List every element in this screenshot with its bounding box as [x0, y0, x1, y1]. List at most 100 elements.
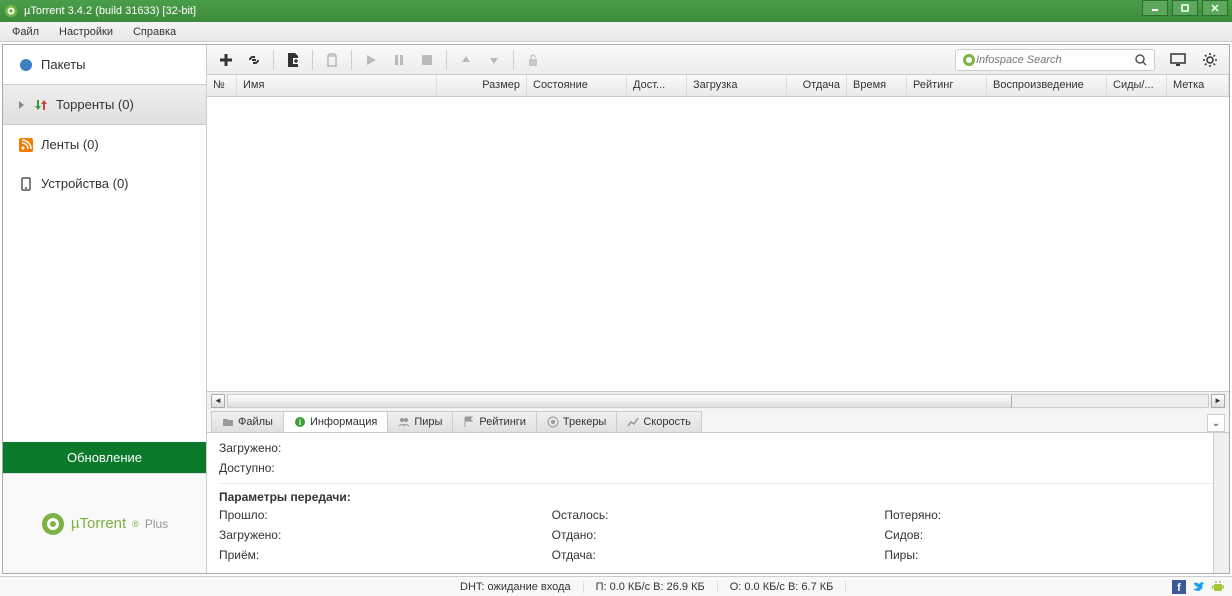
info-dl: Загружено: [219, 528, 552, 542]
target-icon [547, 416, 559, 428]
tab-trackers[interactable]: Трекеры [536, 411, 617, 432]
utorrent-logo-icon [41, 512, 65, 536]
svg-text:i: i [299, 418, 301, 427]
pause-icon [393, 54, 405, 66]
svg-text:f: f [1177, 582, 1181, 594]
col-size[interactable]: Размер [437, 75, 527, 96]
search-icon[interactable] [1134, 53, 1148, 67]
sidebar-item-label: Пакеты [41, 57, 86, 72]
update-button[interactable]: Обновление [3, 442, 206, 473]
search-input[interactable] [976, 54, 1134, 66]
utorrent-search-icon [962, 53, 976, 67]
sidebar-item-packages[interactable]: Пакеты [3, 45, 206, 84]
move-up-button [453, 48, 479, 72]
plus-suffix: Plus [145, 517, 168, 531]
scroll-right-button[interactable]: ► [1211, 394, 1225, 408]
status-dht: DHT: ожидание входа [448, 581, 584, 593]
collapse-detail-button[interactable]: ⌄ [1207, 414, 1225, 432]
remote-button[interactable] [1165, 48, 1191, 72]
sidebar-item-torrents[interactable]: Торренты (0) [3, 84, 206, 125]
up-icon [460, 54, 472, 66]
unlock-button [520, 48, 546, 72]
move-down-button [481, 48, 507, 72]
settings-button[interactable] [1197, 48, 1223, 72]
window-title: µTorrent 3.4.2 (build 31633) [32-bit] [24, 5, 196, 17]
link-icon [246, 52, 262, 68]
sidebar-item-devices[interactable]: Устройства (0) [3, 164, 206, 203]
flag-icon [463, 416, 475, 428]
menu-settings[interactable]: Настройки [55, 24, 117, 40]
trash-icon [325, 52, 339, 68]
app-icon [4, 4, 18, 18]
info-wasted: Потеряно: [884, 508, 1217, 522]
plus-banner[interactable]: µTorrent® Plus [3, 473, 206, 573]
menu-help[interactable]: Справка [129, 24, 180, 40]
tab-info[interactable]: iИнформация [283, 411, 388, 432]
menu-file[interactable]: Файл [8, 24, 43, 40]
down-icon [488, 54, 500, 66]
info-downloaded: Загружено: [219, 441, 1217, 455]
transfer-icon [34, 98, 48, 112]
add-torrent-button[interactable] [213, 48, 239, 72]
tab-peers[interactable]: Пиры [387, 411, 453, 432]
info-remaining: Осталось: [552, 508, 885, 522]
add-link-button[interactable] [241, 48, 267, 72]
close-button[interactable] [1202, 0, 1228, 16]
sidebar-item-label: Устройства (0) [41, 176, 129, 191]
play-icon [365, 54, 377, 66]
tab-speed[interactable]: Скорость [616, 411, 702, 432]
horizontal-scrollbar[interactable]: ◄ ► [207, 391, 1229, 409]
tab-files[interactable]: Файлы [211, 411, 284, 432]
content-area: № Имя Размер Состояние Дост... Загрузка … [207, 45, 1229, 573]
col-seeds[interactable]: Сиды/... [1107, 75, 1167, 96]
col-playback[interactable]: Воспроизведение [987, 75, 1107, 96]
scroll-left-button[interactable]: ◄ [211, 394, 225, 408]
status-download: П: 0.0 КБ/с В: 26.9 КБ [584, 581, 718, 593]
info-recv: Приём: [219, 548, 552, 562]
table-header: № Имя Размер Состояние Дост... Загрузка … [207, 75, 1229, 97]
status-upload: О: 0.0 КБ/с В: 6.7 КБ [718, 581, 847, 593]
facebook-icon[interactable]: f [1172, 580, 1186, 594]
col-upload[interactable]: Отдача [787, 75, 847, 96]
detail-panel: Загружено: Доступно: Параметры передачи:… [207, 433, 1229, 573]
info-elapsed: Прошло: [219, 508, 552, 522]
file-icon [286, 52, 300, 68]
gear-icon [1202, 52, 1218, 68]
tab-ratings[interactable]: Рейтинги [452, 411, 537, 432]
android-icon[interactable] [1212, 580, 1224, 594]
col-name[interactable]: Имя [237, 75, 437, 96]
col-avail[interactable]: Дост... [627, 75, 687, 96]
info-ul: Отдано: [552, 528, 885, 542]
maximize-button[interactable] [1172, 0, 1198, 16]
expand-icon[interactable] [19, 101, 24, 109]
scroll-thumb[interactable] [228, 395, 1012, 407]
status-bar: DHT: ожидание входа П: 0.0 КБ/с В: 26.9 … [0, 576, 1232, 596]
col-rating[interactable]: Рейтинг [907, 75, 987, 96]
create-torrent-button[interactable] [280, 48, 306, 72]
sidebar: Пакеты Торренты (0) Ленты (0) Устройства… [3, 45, 207, 573]
info-icon: i [294, 416, 306, 428]
title-bar: µTorrent 3.4.2 (build 31633) [32-bit] [0, 0, 1232, 22]
sidebar-item-label: Ленты (0) [41, 137, 99, 152]
col-time[interactable]: Время [847, 75, 907, 96]
sidebar-item-label: Торренты (0) [56, 97, 134, 112]
search-box[interactable] [955, 49, 1155, 71]
chart-icon [627, 416, 639, 428]
plus-brand: µTorrent [71, 515, 126, 532]
col-number[interactable]: № [207, 75, 237, 96]
toolbar [207, 45, 1229, 75]
info-send: Отдача: [552, 548, 885, 562]
col-download[interactable]: Загрузка [687, 75, 787, 96]
col-label[interactable]: Метка [1167, 75, 1229, 96]
monitor-icon [1170, 53, 1186, 67]
twitter-icon[interactable] [1192, 580, 1206, 594]
info-available: Доступно: [219, 461, 1217, 475]
scroll-track[interactable] [227, 394, 1209, 408]
minimize-button[interactable] [1142, 0, 1168, 16]
col-status[interactable]: Состояние [527, 75, 627, 96]
info-section-header: Параметры передачи: [219, 483, 1217, 504]
sidebar-item-feeds[interactable]: Ленты (0) [3, 125, 206, 164]
device-icon [19, 177, 33, 191]
detail-vertical-scrollbar[interactable] [1213, 433, 1229, 573]
stop-icon [421, 54, 433, 66]
